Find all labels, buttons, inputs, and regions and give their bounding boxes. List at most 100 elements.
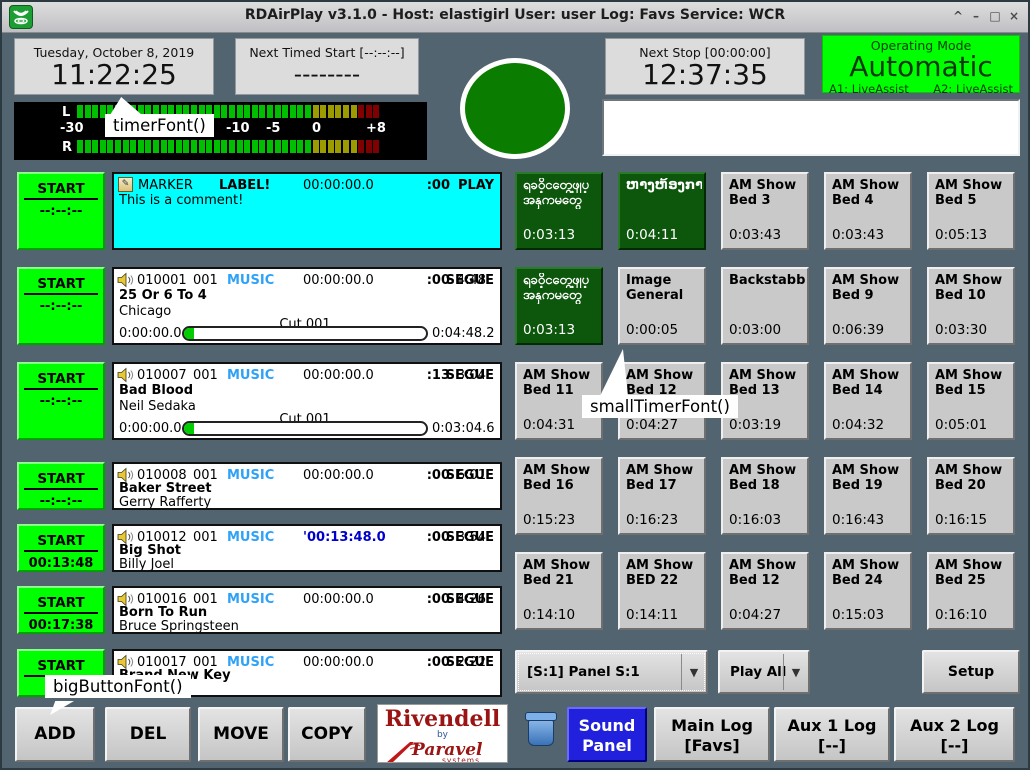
sound-panel-pad-label: AM ShowBed 21 — [523, 558, 599, 589]
sound-panel-pad[interactable]: AM ShowBed 170:16:23 — [618, 457, 706, 535]
clock-date: Tuesday, October 8, 2019 — [15, 39, 213, 60]
sound-panel-pad-label: ရခဝိ့ငတွေ့ဖျပ့အနှကမတွေ — [523, 273, 599, 304]
log-start-label: START — [24, 273, 97, 295]
log-entry-row[interactable]: ✎MARKERLABEL!00:00:00.0:00PLAYThis is a … — [112, 172, 502, 250]
sound-panel-pad-label-line: AM Show — [935, 273, 1011, 288]
meter-segment — [351, 105, 357, 118]
sound-panel-pad[interactable]: AM ShowBed 90:06:39 — [824, 267, 912, 345]
sound-panel-pad[interactable]: ရခဝိ့ငတွေ့ဖျပ့အနှကမတွေ0:03:13 — [515, 267, 603, 345]
meter-scale--10: -10 — [226, 121, 250, 136]
sound-panel-pad[interactable]: AM ShowBed 140:04:32 — [824, 362, 912, 440]
sound-panel-pad[interactable]: ຫາງຫ້ອງການ0:04:11 — [618, 172, 706, 250]
sound-panel-pad-label-line: Bed 9 — [832, 288, 908, 303]
sound-panel-pad-label-line: Bed 21 — [523, 573, 599, 588]
sound-panel-pad-label-line: AM Show — [626, 463, 702, 478]
log-start-time: 00:13:48 — [19, 556, 103, 571]
chevron-down-icon: ▼ — [681, 654, 706, 690]
sound-panel-pad-label-line: အနှကမတွေ — [523, 193, 599, 208]
sound-panel-pad[interactable]: AM ShowBed 30:03:43 — [721, 172, 809, 250]
meter-segment — [305, 105, 311, 118]
meter-segment — [191, 140, 197, 153]
meter-segment — [168, 140, 174, 153]
log-entry-row[interactable]: 010001001MUSIC00:00:00.0:004:48SEGUE25 O… — [112, 267, 502, 345]
main-log-button[interactable]: Main Log[Favs] — [654, 707, 770, 762]
operating-mode-panel[interactable]: Operating Mode Automatic A1: LiveAssist … — [822, 35, 1020, 93]
sound-panel-pad-label: ရခဝိ့ငတွေ့ဖျပ့အနှကမတွေ — [523, 178, 599, 209]
panel-select-combo[interactable]: [S:1] Panel S:1 ▼ — [515, 650, 708, 694]
meter-segment — [328, 140, 334, 153]
minimize-icon[interactable]: – — [968, 8, 984, 24]
log-entry-row[interactable]: 010012001MUSIC'00:13:48.0:003:54SEGUEBig… — [112, 524, 502, 572]
aux2-log-button-label: Aux 2 Log[--] — [896, 716, 1013, 756]
sound-panel-pad-label: ຫາງຫ້ອງການ — [626, 178, 702, 193]
del-button[interactable]: DEL — [105, 707, 191, 762]
log-field-group: 001 — [193, 273, 218, 288]
sound-panel-pad-label: ImageGeneral — [626, 273, 702, 304]
log-start-button[interactable]: START--:--:-- — [17, 172, 105, 250]
sound-panel-pad-label-line: Bed 15 — [935, 383, 1011, 398]
sound-panel-pad[interactable]: AM ShowBed 100:03:30 — [927, 267, 1015, 345]
next-stop-value: 12:37:35 — [606, 60, 804, 90]
sound-panel-pad-label-line: Bed 10 — [935, 288, 1011, 303]
sound-panel-pad-label: AM ShowBed 20 — [935, 463, 1011, 494]
meter-segment — [92, 105, 98, 118]
aux2-mode: A2: LiveAssist — [933, 82, 1013, 96]
close-icon[interactable]: × — [1006, 8, 1022, 24]
sound-panel-pad[interactable]: AM ShowBed 250:16:10 — [927, 552, 1015, 630]
log-start-button[interactable]: START--:--:-- — [17, 267, 105, 345]
trash-icon[interactable] — [525, 712, 559, 750]
sound-panel-pad[interactable]: AM ShowBed 150:05:01 — [927, 362, 1015, 440]
log-entry-row[interactable]: 010008001MUSIC00:00:00.0:006:01SEGUEBake… — [112, 462, 502, 510]
sound-panel-pad[interactable]: AM ShowBed 240:15:03 — [824, 552, 912, 630]
setup-button[interactable]: Setup — [922, 650, 1020, 694]
log-start-button[interactable]: START00:17:38 — [17, 586, 105, 634]
sound-panel-pad[interactable]: AM ShowBed 200:16:15 — [927, 457, 1015, 535]
rivendell-logo-by: by — [378, 731, 507, 740]
sound-panel-pad[interactable]: AM ShowBed 40:03:43 — [824, 172, 912, 250]
sound-panel-pad[interactable]: AM ShowBed 210:14:10 — [515, 552, 603, 630]
log-start-button[interactable]: START00:13:48 — [17, 524, 105, 572]
maximize-icon[interactable]: □ — [987, 8, 1003, 24]
log-field-time: 00:00:00.0 — [303, 178, 374, 193]
sound-panel-pad[interactable]: AM ShowBed 160:15:23 — [515, 457, 603, 535]
log-entry-row[interactable]: 010016001MUSIC00:00:00.0:004:26SEGUEBorn… — [112, 586, 502, 634]
log-field-trans: SEGUE — [446, 368, 494, 383]
sound-panel-pad[interactable]: AM ShowBed 50:05:13 — [927, 172, 1015, 250]
sound-panel-pad[interactable]: AM ShowBed 120:04:27 — [721, 552, 809, 630]
sound-panel-pad[interactable]: ImageGeneral0:00:05 — [618, 267, 706, 345]
sound-panel-button[interactable]: SoundPanel — [567, 707, 647, 762]
sound-panel-pad[interactable]: AM ShowBed 190:16:43 — [824, 457, 912, 535]
meter-segment — [358, 140, 364, 153]
aux2-log-button[interactable]: Aux 2 Log[--] — [894, 707, 1015, 762]
move-button[interactable]: MOVE — [198, 707, 284, 762]
add-button[interactable]: ADD — [15, 707, 95, 762]
log-start-button[interactable]: START--:--:-- — [17, 362, 105, 440]
sound-panel-pad-label-line: ရခဝိ့ငတွေ့ဖျပ့ — [523, 178, 599, 193]
meter-segment — [214, 140, 220, 153]
rdairplay-window: RDAirPlay v3.1.0 - Host: elastigirl User… — [0, 0, 1030, 770]
sound-panel-pad-label: AM ShowBed 9 — [832, 273, 908, 304]
shade-icon[interactable]: ^ — [950, 8, 966, 24]
sound-panel-pad[interactable]: ရခဝိ့ငတွေ့ဖျပ့အနှကမတွေ0:03:13 — [515, 172, 603, 250]
play-mode-combo[interactable]: Play All ▼ — [718, 650, 810, 694]
sound-panel-pad-time: 0:15:23 — [523, 512, 575, 528]
log-field-time: 00:00:00.0 — [303, 468, 374, 483]
sound-panel-pad[interactable]: AM ShowBED 220:14:11 — [618, 552, 706, 630]
log-field-trans: SEGUE — [446, 468, 494, 483]
aux1-log-button[interactable]: Aux 1 Log[--] — [774, 707, 890, 762]
log-artist: Billy Joel — [119, 557, 174, 572]
log-position-time: 0:00:00.0 — [119, 326, 182, 341]
meter-segment — [351, 140, 357, 153]
log-start-button[interactable]: START--:--:-- — [17, 462, 105, 510]
log-field-talk: :00 — [410, 655, 450, 670]
log-entry-row[interactable]: 010007001MUSIC00:00:00.0:133:04SEGUEBad … — [112, 362, 502, 440]
sound-panel-pad-label-line: AM Show — [832, 368, 908, 383]
log-field-type: MUSIC — [227, 273, 274, 288]
copy-button[interactable]: COPY — [288, 707, 366, 762]
sound-panel-pad[interactable]: Backstabber0:03:00 — [721, 267, 809, 345]
meter-segment — [252, 105, 258, 118]
sound-panel-pad-label-line: AM Show — [935, 558, 1011, 573]
sound-panel-pad[interactable]: AM ShowBed 180:16:03 — [721, 457, 809, 535]
meter-segment — [320, 140, 326, 153]
log-field-type: MUSIC — [227, 468, 274, 483]
